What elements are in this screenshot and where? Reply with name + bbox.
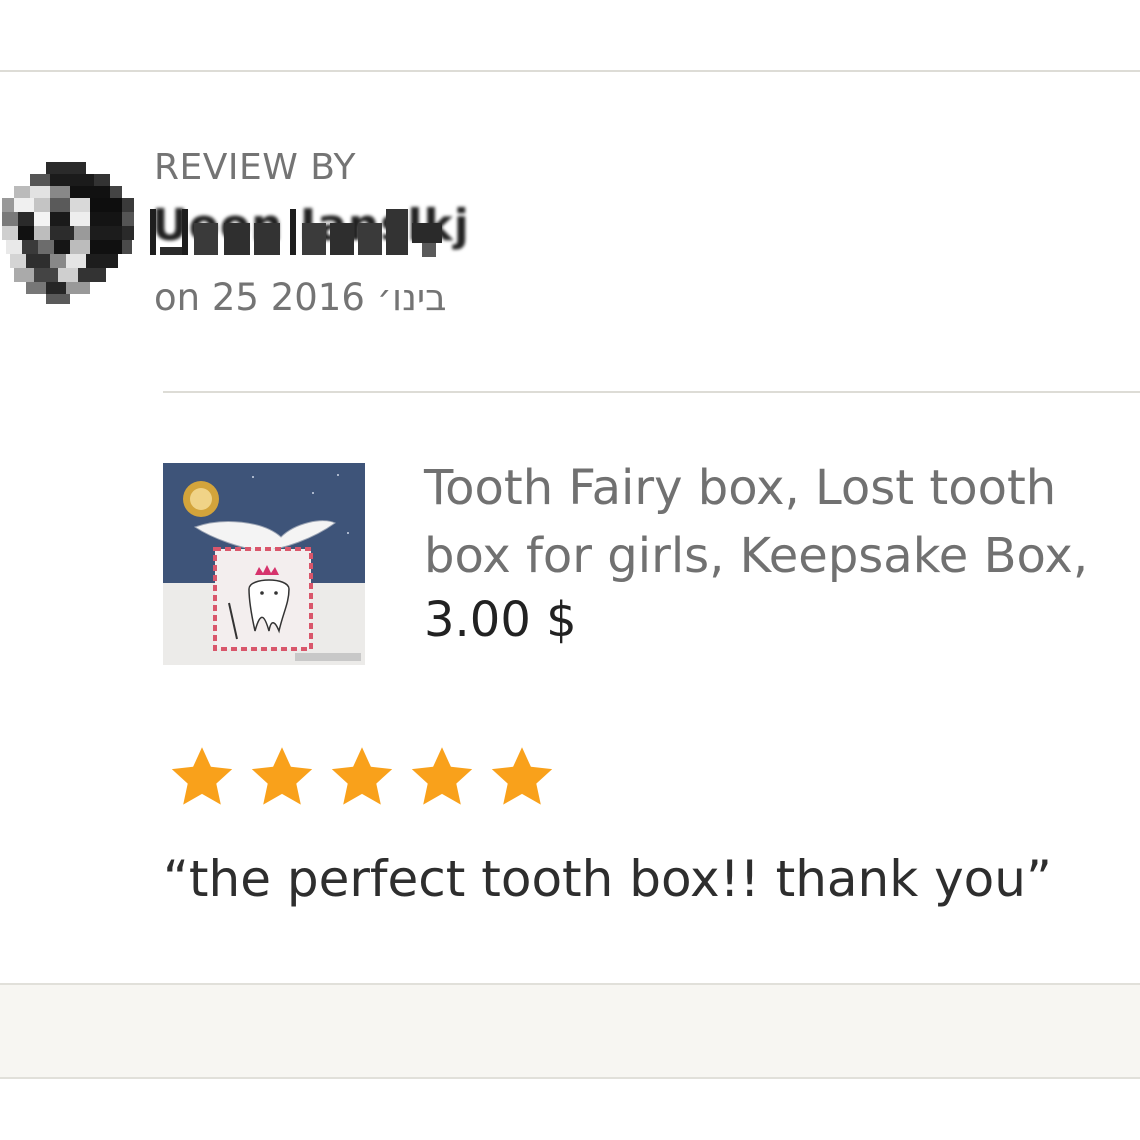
top-divider xyxy=(0,70,1140,72)
product-title-line-1: Tooth Fairy box, Lost tooth xyxy=(424,460,1057,516)
footer-band xyxy=(0,983,1140,1079)
review-text: “the perfect tooth box!! thank you” xyxy=(163,850,1052,908)
star-icon xyxy=(331,747,393,805)
star-icon xyxy=(411,747,473,805)
review-date: on 25 בינו׳ 2016 xyxy=(154,276,447,319)
star-rating xyxy=(163,742,561,812)
reviewer-avatar[interactable] xyxy=(2,162,134,304)
review-by-label: REVIEW BY xyxy=(154,147,357,188)
product-title-line-2: box for girls, Keepsake Box, xyxy=(424,528,1089,584)
star-icon xyxy=(491,747,553,805)
product-price: 3.00 $ xyxy=(424,592,577,648)
product-thumbnail[interactable] xyxy=(163,463,365,665)
name-pixelation-overlay xyxy=(150,209,442,257)
star-icon xyxy=(171,747,233,805)
star-icon xyxy=(251,747,313,805)
product-title[interactable]: Tooth Fairy box, Lost tooth box for girl… xyxy=(424,454,1140,590)
section-divider xyxy=(163,391,1140,393)
